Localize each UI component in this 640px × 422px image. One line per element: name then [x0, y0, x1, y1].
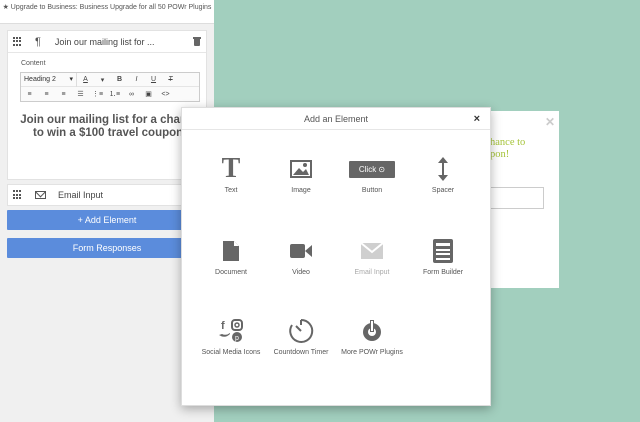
- bold-button[interactable]: B: [111, 76, 128, 83]
- clear-format-icon[interactable]: T: [162, 76, 179, 83]
- spacer-icon: [408, 156, 478, 182]
- heading-select[interactable]: Heading 2: [21, 72, 77, 87]
- tile-text[interactable]: T Text: [196, 153, 266, 196]
- form-preview: ✕ hance to pon!: [480, 111, 559, 288]
- drag-handle-icon[interactable]: [13, 36, 23, 47]
- svg-text:p: p: [235, 335, 239, 342]
- preview-email-field[interactable]: [490, 187, 544, 209]
- tile-button[interactable]: Click ⊙ Button: [337, 156, 407, 196]
- button-icon: Click ⊙: [337, 156, 407, 182]
- form-responses-button[interactable]: Form Responses: [7, 238, 207, 258]
- envelope-icon: [35, 191, 46, 199]
- email-icon: [337, 238, 407, 264]
- underline-button[interactable]: U: [145, 76, 162, 83]
- rich-text-toolbar: Heading 2 A ▾ B I U T ≡ ≡ ≡ ☰ ⋮≡ ⒈≡ ∞ ▣ …: [20, 72, 200, 102]
- image-insert-icon[interactable]: ▣: [140, 90, 157, 98]
- email-input-element-card[interactable]: Email Input: [7, 184, 207, 206]
- add-element-modal: Add an Element × T Text Image Click ⊙ Bu…: [181, 107, 491, 406]
- trash-icon[interactable]: [193, 37, 201, 46]
- tile-social-media-icons[interactable]: fp Social Media Icons: [196, 318, 266, 358]
- document-icon: [196, 238, 266, 264]
- mailing-list-element-card[interactable]: ¶ Join our mailing list for ... Content: [7, 30, 207, 180]
- close-icon[interactable]: ✕: [545, 115, 555, 129]
- svg-text:f: f: [221, 320, 225, 332]
- add-element-button[interactable]: + Add Element: [7, 210, 207, 230]
- code-view-icon[interactable]: <>: [157, 91, 174, 98]
- modal-title: Add an Element: [303, 114, 369, 124]
- tile-form-builder[interactable]: Form Builder: [408, 238, 478, 278]
- tile-countdown-timer[interactable]: Countdown Timer: [266, 318, 336, 358]
- countdown-timer-icon: [266, 318, 336, 344]
- form-builder-icon: [408, 238, 478, 264]
- video-icon: [266, 238, 336, 264]
- numbered-list-icon[interactable]: ⒈≡: [106, 89, 123, 99]
- font-size-icon[interactable]: ▾: [94, 76, 111, 84]
- preview-headline: hance to pon!: [490, 137, 526, 160]
- close-icon[interactable]: ×: [474, 108, 480, 130]
- bullet-list-icon[interactable]: ⋮≡: [89, 90, 106, 98]
- social-media-icon: fp: [196, 318, 266, 344]
- font-color-icon[interactable]: A: [77, 76, 94, 83]
- italic-button[interactable]: I: [128, 76, 145, 83]
- element-title: Email Input: [58, 190, 104, 200]
- tile-email-input[interactable]: Email Input: [337, 238, 407, 278]
- justify-icon[interactable]: ☰: [72, 90, 89, 98]
- powr-plugins-icon: [337, 318, 407, 344]
- image-icon: [266, 156, 336, 182]
- align-left-icon[interactable]: ≡: [21, 91, 38, 98]
- align-right-icon[interactable]: ≡: [55, 91, 72, 98]
- paragraph-icon: ¶: [35, 35, 41, 48]
- tile-image[interactable]: Image: [266, 156, 336, 196]
- link-icon[interactable]: ∞: [123, 91, 140, 98]
- align-center-icon[interactable]: ≡: [38, 91, 55, 98]
- star-icon: ★: [2, 4, 9, 11]
- element-title: Join our mailing list for ...: [54, 36, 155, 47]
- tile-document[interactable]: Document: [196, 238, 266, 278]
- text-icon: T: [221, 153, 241, 184]
- upgrade-text: Upgrade to Business: Business Upgrade fo…: [10, 4, 212, 11]
- tile-more-powr-plugins[interactable]: More POWr Plugins: [337, 318, 407, 358]
- upgrade-banner[interactable]: ★ Upgrade to Business: Business Upgrade …: [0, 0, 214, 24]
- drag-handle-icon[interactable]: [13, 190, 23, 200]
- tile-video[interactable]: Video: [266, 238, 336, 278]
- tile-spacer[interactable]: Spacer: [408, 156, 478, 196]
- editor-content[interactable]: Join our mailing list for a chance to wi…: [20, 114, 200, 140]
- content-label: Content: [21, 60, 46, 67]
